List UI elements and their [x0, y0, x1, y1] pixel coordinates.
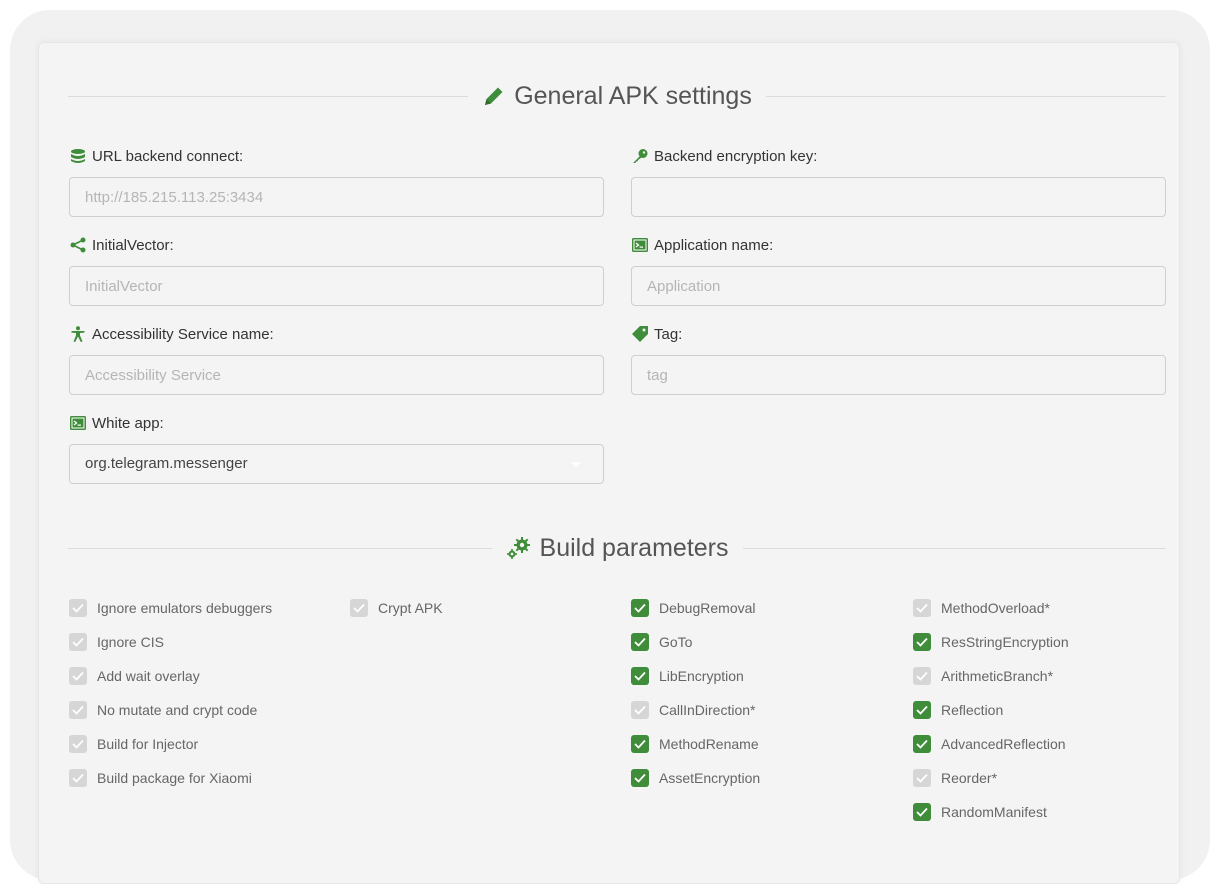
- checkbox-call-in-direction[interactable]: CallInDirection*: [631, 693, 760, 727]
- checkbox-lib-encryption[interactable]: LibEncryption: [631, 659, 760, 693]
- checkbox-ignore-emulators[interactable]: Ignore emulators debuggers: [69, 591, 272, 625]
- general-settings-title: General APK settings: [514, 81, 752, 110]
- checkbox-build-for-injector[interactable]: Build for Injector: [69, 727, 272, 761]
- pencil-icon: [482, 84, 506, 108]
- checkbox-method-rename[interactable]: MethodRename: [631, 727, 760, 761]
- key-icon: [631, 147, 649, 165]
- tag-label: Tag:: [654, 325, 683, 343]
- build-options-col3: DebugRemoval GoTo LibEncryption CallInDi…: [631, 591, 760, 795]
- tag-field-group: Tag:: [631, 324, 1166, 395]
- white-app-selected-value: org.telegram.messenger: [85, 455, 248, 472]
- checkbox-method-overload[interactable]: MethodOverload*: [913, 591, 1069, 625]
- divider-left: [68, 547, 492, 549]
- checkbox-box[interactable]: [631, 599, 649, 617]
- gears-icon: [506, 536, 532, 560]
- checkbox-box[interactable]: [69, 633, 87, 651]
- checkbox-add-wait-overlay[interactable]: Add wait overlay: [69, 659, 272, 693]
- terminal-icon: [69, 414, 87, 432]
- general-settings-header: General APK settings: [68, 76, 1167, 116]
- checkbox-reorder[interactable]: Reorder*: [913, 761, 1069, 795]
- build-options-col4: MethodOverload* ResStringEncryption Arit…: [913, 591, 1069, 829]
- checkbox-box[interactable]: [69, 735, 87, 753]
- checkbox-box[interactable]: [69, 667, 87, 685]
- checkbox-box[interactable]: [913, 599, 931, 617]
- tag-input[interactable]: [632, 356, 1165, 394]
- checkbox-random-manifest[interactable]: RandomManifest: [913, 795, 1069, 829]
- appname-label: Application name:: [654, 236, 774, 254]
- build-options-col2: Crypt APK: [350, 591, 443, 625]
- database-icon: [69, 147, 87, 165]
- key-field-group: Backend encryption key:: [631, 146, 1166, 217]
- access-field-group: Accessibility Service name:: [69, 324, 604, 395]
- checkbox-box[interactable]: [913, 667, 931, 685]
- white-app-field-group: White app: org.telegram.messenger: [69, 413, 604, 484]
- chevron-down-icon: [571, 462, 581, 467]
- divider-right: [765, 95, 1167, 97]
- checkbox-box[interactable]: [631, 735, 649, 753]
- checkbox-goto[interactable]: GoTo: [631, 625, 760, 659]
- checkbox-box[interactable]: [631, 633, 649, 651]
- checkbox-no-mutate[interactable]: No mutate and crypt code: [69, 693, 272, 727]
- divider-left: [68, 95, 469, 97]
- tag-icon: [631, 325, 649, 343]
- build-options-col1: Ignore emulators debuggers Ignore CIS Ad…: [69, 591, 272, 795]
- checkbox-box[interactable]: [69, 769, 87, 787]
- access-label: Accessibility Service name:: [92, 325, 274, 343]
- checkbox-box[interactable]: [631, 701, 649, 719]
- checkbox-box[interactable]: [913, 701, 931, 719]
- key-input[interactable]: [632, 178, 1165, 216]
- divider-right: [742, 547, 1167, 549]
- checkbox-debug-removal[interactable]: DebugRemoval: [631, 591, 760, 625]
- key-label: Backend encryption key:: [654, 147, 818, 165]
- white-app-label: White app:: [92, 414, 164, 432]
- checkbox-box[interactable]: [913, 803, 931, 821]
- vector-input[interactable]: [70, 267, 603, 305]
- url-field-group: URL backend connect:: [69, 146, 604, 217]
- url-input[interactable]: [70, 178, 603, 216]
- checkbox-asset-encryption[interactable]: AssetEncryption: [631, 761, 760, 795]
- checkbox-ignore-cis[interactable]: Ignore CIS: [69, 625, 272, 659]
- share-icon: [69, 236, 87, 254]
- vector-field-group: InitialVector:: [69, 235, 604, 306]
- checkbox-box[interactable]: [913, 633, 931, 651]
- checkbox-box[interactable]: [631, 769, 649, 787]
- checkbox-reflection[interactable]: Reflection: [913, 693, 1069, 727]
- checkbox-box[interactable]: [69, 701, 87, 719]
- appname-input[interactable]: [632, 267, 1165, 305]
- appname-field-group: Application name:: [631, 235, 1166, 306]
- terminal-icon: [631, 236, 649, 254]
- white-app-select[interactable]: org.telegram.messenger: [69, 444, 604, 484]
- build-parameters-header: Build parameters: [68, 528, 1167, 568]
- checkbox-box[interactable]: [69, 599, 87, 617]
- url-label: URL backend connect:: [92, 147, 244, 165]
- checkbox-box[interactable]: [350, 599, 368, 617]
- checkbox-crypt-apk[interactable]: Crypt APK: [350, 591, 443, 625]
- checkbox-arithmetic-branch[interactable]: ArithmeticBranch*: [913, 659, 1069, 693]
- build-parameters-title: Build parameters: [539, 533, 729, 562]
- checkbox-box[interactable]: [913, 769, 931, 787]
- checkbox-box[interactable]: [913, 735, 931, 753]
- checkbox-box[interactable]: [631, 667, 649, 685]
- checkbox-advanced-reflection[interactable]: AdvancedReflection: [913, 727, 1069, 761]
- checkbox-res-string-encryption[interactable]: ResStringEncryption: [913, 625, 1069, 659]
- access-input[interactable]: [70, 356, 603, 394]
- accessibility-icon: [69, 325, 87, 343]
- checkbox-build-xiaomi[interactable]: Build package for Xiaomi: [69, 761, 272, 795]
- vector-label: InitialVector:: [92, 236, 174, 254]
